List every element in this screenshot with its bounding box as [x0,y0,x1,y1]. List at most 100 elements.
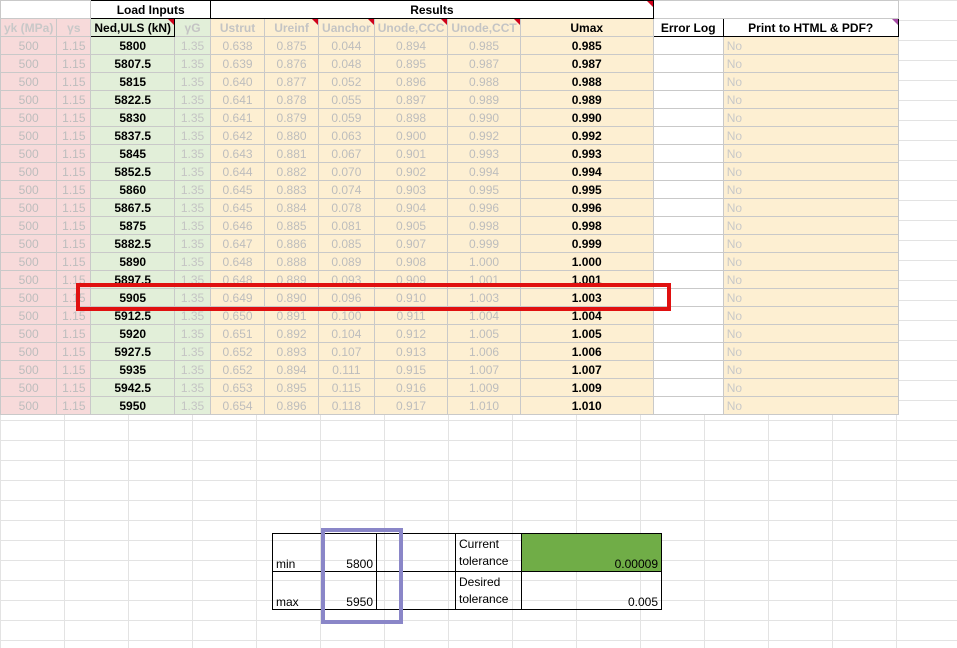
umax-cell[interactable]: 0.985 [519,36,654,55]
unode-cct-cell[interactable]: 1.000 [447,252,521,271]
gamma-g-cell[interactable]: 1.35 [174,234,212,253]
ustrut-cell[interactable]: 0.644 [210,162,266,181]
ustrut-cell[interactable]: 0.652 [210,342,266,361]
unode-cct-cell[interactable]: 0.990 [447,108,521,127]
error-log-cell[interactable] [652,54,724,73]
ned-cell[interactable]: 5845 [90,144,176,163]
fyk-cell[interactable]: 500 [0,234,58,253]
gamma-s-cell[interactable]: 1.15 [56,162,92,181]
print-cell[interactable]: No [722,378,899,397]
umax-cell[interactable]: 0.989 [519,90,654,109]
unode-cct-cell[interactable]: 0.987 [447,54,521,73]
unode-ccc-cell[interactable]: 0.916 [373,378,449,397]
ned-cell[interactable]: 5927.5 [90,342,176,361]
uanchor-cell[interactable]: 0.052 [318,72,375,91]
error-log-cell[interactable] [652,72,724,91]
print-cell[interactable]: No [722,234,899,253]
current-tolerance-value[interactable]: 0.00009 [521,533,662,572]
unode-cct-cell[interactable]: 0.988 [447,72,521,91]
fyk-cell[interactable]: 500 [0,72,58,91]
umax-cell[interactable]: 1.000 [519,252,654,271]
ureinf-cell[interactable]: 0.894 [264,360,320,379]
umax-cell[interactable]: 1.009 [519,378,654,397]
unode-ccc-cell[interactable]: 0.894 [373,36,449,55]
col-header-error-log[interactable]: Error Log [652,18,724,37]
fyk-cell[interactable]: 500 [0,378,58,397]
print-cell[interactable]: No [722,108,899,127]
umax-cell[interactable]: 0.990 [519,108,654,127]
error-log-cell[interactable] [652,162,724,181]
ustrut-cell[interactable]: 0.641 [210,90,266,109]
ned-cell[interactable]: 5852.5 [90,162,176,181]
unode-cct-cell[interactable]: 1.006 [447,342,521,361]
col-header-unode-ccc[interactable]: Unode,CCC [373,18,449,37]
fyk-cell[interactable]: 500 [0,360,58,379]
gamma-g-cell[interactable]: 1.35 [174,180,212,199]
fyk-cell[interactable]: 500 [0,288,58,307]
gamma-s-cell[interactable]: 1.15 [56,234,92,253]
gamma-g-cell[interactable]: 1.35 [174,378,212,397]
unode-cct-cell[interactable]: 0.998 [447,216,521,235]
print-cell[interactable]: No [722,72,899,91]
ned-cell[interactable]: 5830 [90,108,176,127]
ustrut-cell[interactable]: 0.648 [210,252,266,271]
print-cell[interactable]: No [722,360,899,379]
uanchor-cell[interactable]: 0.074 [318,180,375,199]
unode-ccc-cell[interactable]: 0.901 [373,144,449,163]
fyk-cell[interactable]: 500 [0,180,58,199]
gamma-g-cell[interactable]: 1.35 [174,324,212,343]
uanchor-cell[interactable]: 0.055 [318,90,375,109]
print-cell[interactable]: No [722,216,899,235]
col-header-umax[interactable]: Umax [519,18,654,37]
ustrut-cell[interactable]: 0.642 [210,126,266,145]
col-header-ureinf[interactable]: Ureinf [264,18,320,37]
fyk-cell[interactable]: 500 [0,108,58,127]
gamma-s-cell[interactable]: 1.15 [56,360,92,379]
fyk-cell[interactable]: 500 [0,324,58,343]
uanchor-cell[interactable]: 0.044 [318,36,375,55]
col-header-uanchor[interactable]: Uanchor [318,18,375,37]
gamma-s-cell[interactable]: 1.15 [56,342,92,361]
ustrut-cell[interactable]: 0.641 [210,108,266,127]
print-cell[interactable]: No [722,396,899,415]
error-log-cell[interactable] [652,360,724,379]
gamma-g-cell[interactable]: 1.35 [174,90,212,109]
col-header-fyk[interactable]: yk (MPa) [0,18,58,37]
error-log-cell[interactable] [652,144,724,163]
gamma-g-cell[interactable]: 1.35 [174,360,212,379]
ustrut-cell[interactable]: 0.639 [210,54,266,73]
ureinf-cell[interactable]: 0.879 [264,108,320,127]
fyk-cell[interactable]: 500 [0,126,58,145]
unode-cct-cell[interactable]: 0.996 [447,198,521,217]
print-cell[interactable]: No [722,342,899,361]
gamma-s-cell[interactable]: 1.15 [56,126,92,145]
print-cell[interactable]: No [722,198,899,217]
unode-ccc-cell[interactable]: 0.905 [373,216,449,235]
error-log-cell[interactable] [652,90,724,109]
gamma-s-cell[interactable]: 1.15 [56,72,92,91]
gamma-s-cell[interactable]: 1.15 [56,378,92,397]
gamma-g-cell[interactable]: 1.35 [174,54,212,73]
unode-cct-cell[interactable]: 0.995 [447,180,521,199]
error-log-cell[interactable] [652,324,724,343]
fyk-cell[interactable]: 500 [0,270,58,289]
umax-cell[interactable]: 0.995 [519,180,654,199]
ureinf-cell[interactable]: 0.888 [264,252,320,271]
gamma-g-cell[interactable]: 1.35 [174,162,212,181]
ustrut-cell[interactable]: 0.654 [210,396,266,415]
umax-cell[interactable]: 0.994 [519,162,654,181]
fyk-cell[interactable]: 500 [0,396,58,415]
print-cell[interactable]: No [722,54,899,73]
unode-ccc-cell[interactable]: 0.912 [373,324,449,343]
fyk-cell[interactable]: 500 [0,36,58,55]
unode-ccc-cell[interactable]: 0.898 [373,108,449,127]
ned-cell[interactable]: 5807.5 [90,54,176,73]
gamma-s-cell[interactable]: 1.15 [56,216,92,235]
fyk-cell[interactable]: 500 [0,216,58,235]
error-log-cell[interactable] [652,396,724,415]
ustrut-cell[interactable]: 0.647 [210,234,266,253]
uanchor-cell[interactable]: 0.048 [318,54,375,73]
unode-cct-cell[interactable]: 1.010 [447,396,521,415]
col-header-ustrut[interactable]: Ustrut [210,18,266,37]
uanchor-cell[interactable]: 0.107 [318,342,375,361]
